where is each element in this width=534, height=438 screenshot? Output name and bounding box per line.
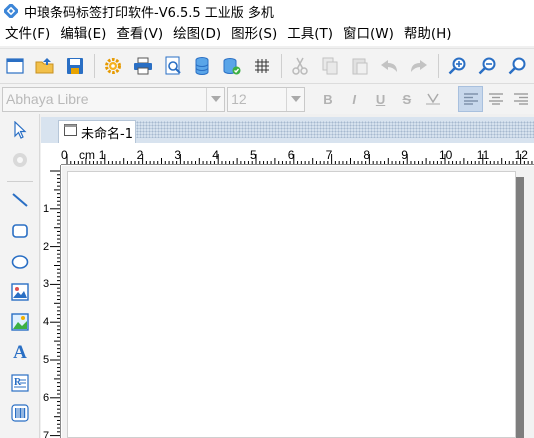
new-window-icon[interactable] bbox=[3, 53, 28, 79]
font-family-select[interactable]: Abhaya Libre bbox=[2, 86, 226, 112]
rectangle-tool-icon[interactable] bbox=[8, 219, 32, 243]
ruler-label: 11 bbox=[476, 148, 490, 162]
underline-button[interactable]: U bbox=[367, 87, 393, 112]
menu-window[interactable]: 窗口(W) bbox=[338, 22, 399, 46]
format-toolbar: Abhaya Libre 12 B I U S bbox=[0, 84, 534, 114]
ruler-label: 7 bbox=[43, 429, 50, 438]
ruler-label: 3 bbox=[43, 278, 50, 291]
left-toolbox: A R bbox=[0, 114, 40, 438]
align-right-icon[interactable] bbox=[509, 86, 534, 112]
redo-icon[interactable] bbox=[407, 53, 432, 79]
font-size-select[interactable]: 12 bbox=[227, 86, 306, 112]
image-tool-icon[interactable] bbox=[8, 280, 32, 304]
strikethrough-button[interactable]: S bbox=[394, 87, 420, 112]
grid-icon[interactable] bbox=[249, 53, 274, 79]
menu-draw[interactable]: 绘图(D) bbox=[168, 22, 226, 46]
undo-icon[interactable] bbox=[377, 53, 402, 79]
menu-file[interactable]: 文件(F) bbox=[0, 22, 55, 46]
label-canvas[interactable] bbox=[67, 171, 516, 438]
text-tool-icon[interactable]: A bbox=[8, 341, 32, 365]
database-setup-icon[interactable] bbox=[220, 53, 245, 79]
ruler-label: 1 bbox=[43, 202, 50, 215]
document-tab-label: 未命名-1 bbox=[81, 126, 133, 142]
italic-button[interactable]: I bbox=[341, 87, 367, 112]
ruler-corner bbox=[41, 147, 61, 165]
toolbar-separator bbox=[280, 54, 282, 78]
save-icon[interactable] bbox=[62, 53, 87, 79]
database-icon[interactable] bbox=[190, 53, 215, 79]
paper-shadow-right bbox=[516, 177, 524, 438]
ruler-label: 2 bbox=[136, 148, 144, 162]
zoom-fit-icon[interactable] bbox=[504, 53, 529, 79]
ruler-label: 6 bbox=[287, 148, 295, 162]
ruler-label: 3 bbox=[174, 148, 182, 162]
letter-spacing-icon[interactable] bbox=[420, 87, 446, 112]
select-arrow-icon[interactable] bbox=[8, 118, 32, 142]
menu-help[interactable]: 帮助(H) bbox=[399, 22, 457, 46]
toolbar-separator bbox=[93, 54, 95, 78]
ruler-label: 6 bbox=[43, 391, 50, 404]
main-toolbar bbox=[0, 48, 534, 84]
line-tool-icon[interactable] bbox=[8, 188, 32, 212]
document-tab-strip: 未命名-1 bbox=[41, 117, 534, 143]
picture-tool-icon[interactable] bbox=[8, 310, 32, 334]
tab-strip-pattern bbox=[136, 121, 534, 138]
ruler-label: 10 bbox=[439, 148, 453, 162]
pan-icon[interactable] bbox=[8, 148, 32, 172]
rich-text-tool-icon[interactable]: R bbox=[8, 371, 32, 395]
font-size-value: 12 bbox=[231, 91, 247, 107]
chevron-down-icon[interactable] bbox=[286, 87, 304, 111]
align-center-icon[interactable] bbox=[483, 86, 508, 112]
horizontal-ruler: 0 1 2 3 4 5 6 7 8 9 10 11 12 cm bbox=[61, 147, 534, 165]
ruler-label: 7 bbox=[325, 148, 333, 162]
chevron-down-icon[interactable] bbox=[206, 87, 224, 111]
ruler-label: 4 bbox=[43, 316, 50, 329]
open-folder-icon[interactable] bbox=[33, 53, 58, 79]
copy-icon[interactable] bbox=[318, 53, 343, 79]
menu-view[interactable]: 查看(V) bbox=[111, 22, 168, 46]
zoom-in-icon[interactable] bbox=[445, 53, 470, 79]
menu-tools[interactable]: 工具(T) bbox=[282, 22, 338, 46]
ruler-label: 5 bbox=[250, 148, 257, 162]
menu-bar: 文件(F) 编辑(E) 查看(V) 绘图(D) 图形(S) 工具(T) 窗口(W… bbox=[0, 22, 534, 46]
ruler-label: 0 bbox=[61, 148, 68, 162]
menu-shape[interactable]: 图形(S) bbox=[226, 22, 282, 46]
menu-edit[interactable]: 编辑(E) bbox=[55, 22, 111, 46]
zoom-out-icon[interactable] bbox=[475, 53, 500, 79]
ruler-label: 9 bbox=[401, 148, 408, 162]
ruler-label: 12 bbox=[514, 148, 528, 162]
ruler-unit-label: cm bbox=[79, 148, 95, 162]
ruler-label: 2 bbox=[43, 240, 50, 253]
ruler-label: 5 bbox=[43, 354, 50, 366]
horizontal-ruler-ticks bbox=[66, 154, 533, 164]
print-icon[interactable] bbox=[131, 53, 156, 79]
barcode-tool-icon[interactable] bbox=[8, 401, 32, 425]
vertical-ruler: 1 2 3 4 5 6 7 bbox=[41, 165, 61, 438]
toolbar-separator bbox=[438, 54, 440, 78]
document-tab[interactable]: 未命名-1 bbox=[58, 120, 136, 143]
window-title: 中琅条码标签打印软件-V6.5.5 工业版 多机 bbox=[24, 5, 274, 21]
bold-button[interactable]: B bbox=[315, 87, 341, 112]
ruler-label: 1 bbox=[98, 148, 106, 162]
app-logo-icon bbox=[3, 3, 19, 19]
ruler-label: 4 bbox=[212, 148, 219, 162]
paste-icon[interactable] bbox=[347, 53, 372, 79]
ruler-label: 8 bbox=[363, 148, 371, 162]
align-left-icon[interactable] bbox=[457, 86, 484, 112]
document-icon bbox=[64, 124, 77, 140]
settings-gear-icon[interactable] bbox=[101, 53, 126, 79]
font-family-value: Abhaya Libre bbox=[6, 91, 89, 107]
print-preview-icon[interactable] bbox=[160, 53, 185, 79]
title-bar: 中琅条码标签打印软件-V6.5.5 工业版 多机 bbox=[0, 0, 534, 22]
cut-icon[interactable] bbox=[288, 53, 313, 79]
ellipse-tool-icon[interactable] bbox=[8, 250, 32, 274]
